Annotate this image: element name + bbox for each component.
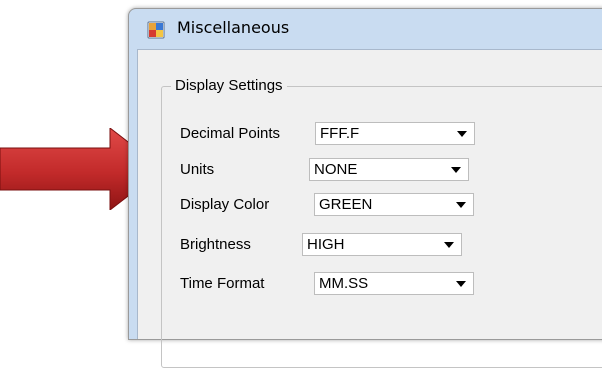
chevron-down-icon xyxy=(457,131,467,137)
units-select[interactable]: NONE xyxy=(309,158,469,181)
window-client-area: Display Settings Decimal Points FFF.F Un… xyxy=(137,49,602,368)
chevron-down-icon xyxy=(451,167,461,173)
chevron-down-icon xyxy=(444,242,454,248)
window-title: Miscellaneous xyxy=(177,18,290,37)
brightness-value: HIGH xyxy=(307,236,345,253)
title-bar[interactable]: Miscellaneous xyxy=(129,9,602,49)
display-color-label: Display Color xyxy=(180,196,270,213)
brightness-label: Brightness xyxy=(180,236,251,253)
decimal-points-label: Decimal Points xyxy=(180,125,281,142)
display-color-value: GREEN xyxy=(319,196,373,213)
display-color-select[interactable]: GREEN xyxy=(314,193,474,216)
time-format-select[interactable]: MM.SS xyxy=(314,272,474,295)
decimal-points-select[interactable]: FFF.F xyxy=(315,122,475,145)
units-value: NONE xyxy=(314,161,358,178)
brightness-select[interactable]: HIGH xyxy=(302,233,462,256)
miscellaneous-window: Miscellaneous Display Settings Decimal P… xyxy=(128,8,602,368)
time-format-label: Time Format xyxy=(180,275,265,292)
chevron-down-icon xyxy=(456,202,466,208)
chevron-down-icon xyxy=(456,281,466,287)
group-legend: Display Settings xyxy=(171,77,287,94)
time-format-value: MM.SS xyxy=(319,275,369,292)
decimal-points-value: FFF.F xyxy=(320,125,360,142)
units-label: Units xyxy=(180,161,215,178)
application-icon xyxy=(147,21,165,39)
